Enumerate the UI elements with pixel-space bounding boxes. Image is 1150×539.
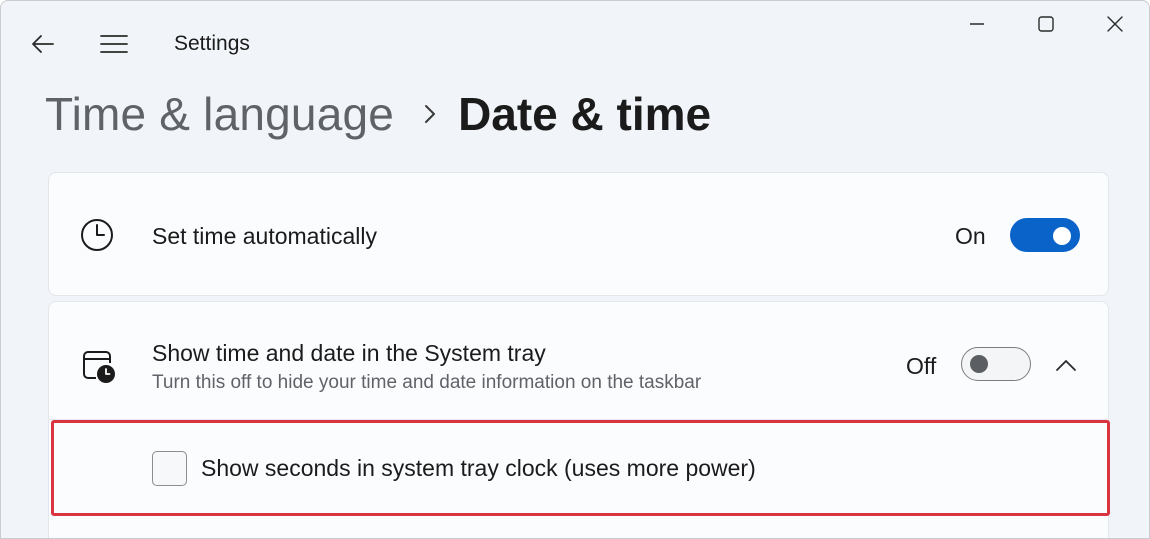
system-tray-clock-state: Off: [906, 353, 937, 379]
breadcrumb: Time & language Date & time: [45, 83, 711, 145]
breadcrumb-parent-link[interactable]: Time & language: [45, 87, 394, 141]
settings-window: Settings Time & language Date & time Set…: [0, 0, 1150, 539]
chevron-up-icon: [1056, 360, 1076, 371]
app-title: Settings: [174, 32, 250, 55]
toggle-knob: [970, 355, 988, 373]
set-time-automatically-state: On: [955, 223, 986, 249]
chevron-right-icon: [425, 105, 436, 123]
system-tray-clock-description: Turn this off to hide your time and date…: [152, 372, 702, 393]
show-seconds-label[interactable]: Show seconds in system tray clock (uses …: [201, 455, 756, 482]
toggle-knob: [1053, 227, 1071, 245]
calendar-clock-icon: [79, 347, 119, 387]
minimize-icon: [970, 23, 984, 25]
title-bar: Settings: [1, 1, 1149, 81]
maximize-icon: [1038, 16, 1054, 32]
page-title: Date & time: [458, 88, 712, 140]
arrow-left-icon: [32, 35, 54, 53]
show-seconds-checkbox[interactable]: [152, 451, 187, 486]
system-tray-clock-label: Show time and date in the System tray: [152, 340, 546, 366]
hamburger-menu-icon: [100, 35, 128, 53]
back-button[interactable]: [23, 27, 63, 61]
breadcrumb-separator: [424, 104, 436, 124]
close-icon: [1107, 16, 1123, 32]
navigation-menu-button[interactable]: [93, 27, 135, 61]
set-time-automatically-label: Set time automatically: [152, 223, 377, 249]
system-tray-clock-toggle[interactable]: [961, 347, 1031, 381]
collapse-button[interactable]: [1044, 346, 1088, 384]
clock-icon: [79, 217, 115, 253]
close-button[interactable]: [1081, 7, 1149, 41]
maximize-button[interactable]: [1012, 7, 1080, 41]
minimize-button[interactable]: [943, 7, 1011, 41]
set-time-automatically-toggle[interactable]: [1010, 218, 1080, 252]
set-time-automatically-card: Set time automatically On: [48, 172, 1109, 296]
